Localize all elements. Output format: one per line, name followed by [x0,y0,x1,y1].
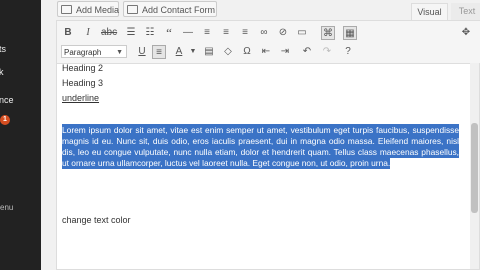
format-select-value: Paragraph [64,48,102,57]
heading-3-text: Heading 3 [62,78,104,88]
outdent-icon[interactable]: ⇤ [259,45,273,59]
editor-scrollbar[interactable] [470,63,479,269]
sidebar-item-1[interactable]: ts [0,44,6,54]
unlink-icon[interactable]: ⊘ [276,26,290,40]
underline-icon[interactable]: U [135,45,149,59]
underline-text: underline [62,93,100,103]
align-left-icon[interactable]: ≡ [200,26,214,40]
text-color-icon[interactable]: A [172,45,186,59]
update-count-badge: 1 [0,115,10,125]
align-right-icon[interactable]: ≡ [238,26,252,40]
admin-sidebar: ts k nce 1 enu [0,0,41,270]
toolbar-toggle-icon[interactable]: ⌘ [321,26,335,40]
format-select[interactable]: Paragraph ▼ [61,45,127,58]
sidebar-item-2[interactable]: k [0,67,4,77]
bullet-list-icon[interactable]: ☰ [124,26,138,40]
tab-text[interactable]: Text [451,3,480,20]
align-center-icon[interactable]: ≡ [219,26,233,40]
add-contact-form-label: Add Contact Form [142,5,216,15]
media-buttons-bar: Add Media Add Contact Form Visual Text [41,0,480,20]
media-icon [61,5,72,14]
justify-icon[interactable]: ≡ [152,45,166,59]
post-editor: B I abc ☰ ☷ “ — ≡ ≡ ≡ ∞ ⊘ ▭ ⌘ ▦ ✥ Paragr… [56,20,480,270]
selected-paragraph[interactable]: Lorem ipsum dolor sit amet, vitae est en… [62,124,459,170]
sidebar-collapse-menu[interactable]: enu [0,203,13,212]
paste-text-icon[interactable]: ▤ [202,45,216,59]
form-icon [127,5,138,14]
tab-visual[interactable]: Visual [411,3,448,20]
special-character-icon[interactable]: Ω [240,45,254,59]
indent-icon[interactable]: ⇥ [278,45,292,59]
keyboard-icon[interactable]: ▦ [343,26,357,40]
add-media-button[interactable]: Add Media [57,1,119,17]
scrollbar-thumb[interactable] [471,123,478,213]
numbered-list-icon[interactable]: ☷ [143,26,157,40]
link-icon[interactable]: ∞ [257,26,271,40]
fullscreen-icon[interactable]: ✥ [459,26,473,40]
blockquote-icon[interactable]: “ [162,26,176,40]
help-icon[interactable]: ? [341,45,355,59]
chevron-down-icon: ▼ [116,49,123,56]
strikethrough-icon[interactable]: abc [101,26,117,40]
heading-2-text: Heading 2 [62,63,104,73]
italic-icon[interactable]: I [81,26,95,40]
sidebar-item-3[interactable]: nce [0,95,14,105]
redo-icon[interactable]: ↷ [320,45,334,59]
clear-formatting-icon[interactable]: ◇ [221,45,235,59]
text-color-chevron-icon[interactable]: ▼ [186,45,200,59]
change-text-color-text: change text color [62,215,131,225]
selected-paragraph-text: Lorem ipsum dolor sit amet, vitae est en… [62,124,459,170]
editor-toolbar: B I abc ☰ ☷ “ — ≡ ≡ ≡ ∞ ⊘ ▭ ⌘ ▦ ✥ Paragr… [57,21,480,64]
read-more-icon[interactable]: ▭ [295,26,309,40]
undo-icon[interactable]: ↶ [300,45,314,59]
add-contact-form-button[interactable]: Add Contact Form [123,1,217,17]
horizontal-line-icon[interactable]: — [181,26,195,40]
add-media-label: Add Media [76,5,120,15]
bold-icon[interactable]: B [61,26,75,40]
